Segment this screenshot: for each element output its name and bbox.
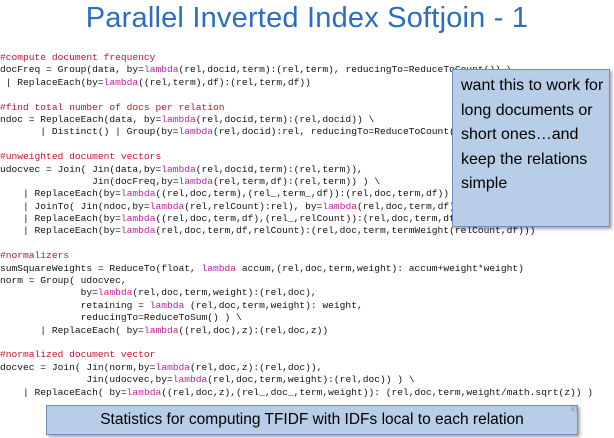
caption-box: Statistics for computing TFIDF with IDFs… xyxy=(46,405,578,435)
code-line: by=lambda(rel,doc,term,weight):(rel,doc)… xyxy=(0,287,317,299)
code-line: | ReplaceEach( by=lambda((rel,doc,z),(re… xyxy=(0,386,594,398)
code-comment-line: #normalizers xyxy=(0,250,70,262)
slide-title: Parallel Inverted Index Softjoin - 1 xyxy=(85,2,529,34)
code-line: norm = Group( udocvec, xyxy=(0,275,127,287)
code-comment-line: #normalized document vector xyxy=(0,349,156,361)
page-number: 51 xyxy=(571,407,578,413)
code-line: docvec = Join( Jin(norm,by=lambda(rel,do… xyxy=(0,361,323,373)
code-comment-line: #compute document frequency xyxy=(0,52,156,63)
code-line: Jin(udocvec,by=lambda(rel,doc,term,weigh… xyxy=(0,374,415,386)
code-line: reducingTo=ReduceToSum() ) \ xyxy=(0,312,242,324)
callout-box: want this to work for long documents or … xyxy=(452,69,610,227)
code-line: | ReplaceEach( by=lambda((rel,doc),z):(r… xyxy=(0,324,329,336)
code-line: | ReplaceEach(by=lambda(rel,doc,term,df,… xyxy=(0,225,536,237)
code-line: sumSquareWeights = ReduceTo(float, lambd… xyxy=(0,262,524,274)
code-line: retaining = lambda (rel,doc,term,weight)… xyxy=(0,299,363,311)
